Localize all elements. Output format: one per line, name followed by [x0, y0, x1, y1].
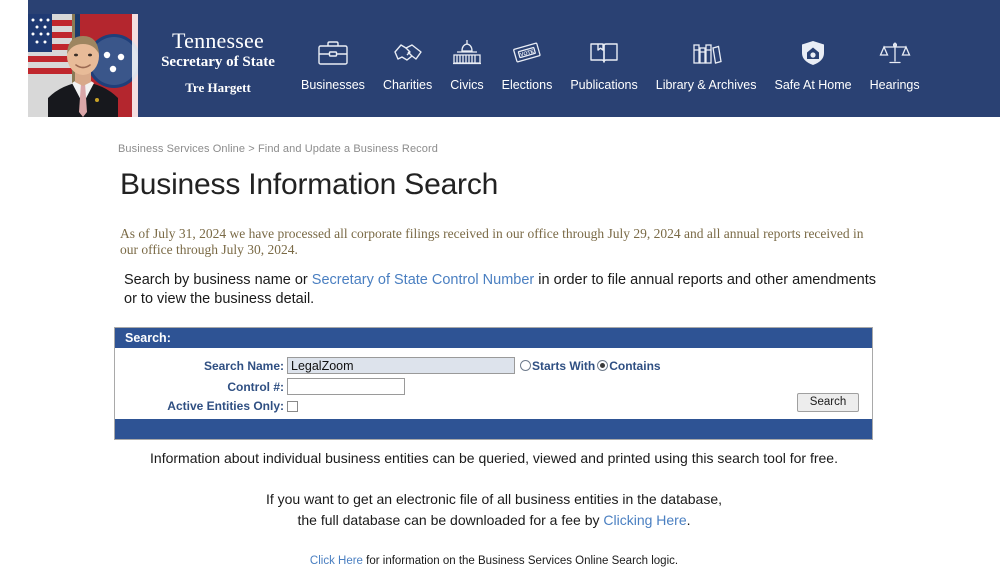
footer-database-line1: If you want to get an electronic file of…	[265, 491, 723, 507]
nav-label: Library & Archives	[655, 78, 757, 92]
nav-item-safe-at-home[interactable]: Safe At Home	[765, 34, 860, 92]
search-name-label: Search Name:	[203, 358, 284, 373]
footer-database-suffix: .	[686, 512, 691, 528]
search-instructions: Search by business name or Secretary of …	[124, 271, 880, 309]
search-name-input[interactable]	[287, 357, 515, 374]
nav-label: Safe At Home	[774, 78, 852, 92]
control-number-input[interactable]	[287, 378, 405, 395]
control-number-row: Control #:	[115, 378, 405, 395]
nav-item-hearings[interactable]: Hearings	[861, 34, 929, 92]
radio-starts-with-label: Starts With	[532, 358, 596, 373]
page-title: Business Information Search	[120, 168, 499, 201]
radio-contains-label: Contains	[609, 358, 661, 373]
site-header: Tennessee Secretary of State Tre Hargett…	[0, 0, 1000, 117]
breadcrumb: Business Services Online > Find and Upda…	[118, 143, 438, 155]
clicking-here-link[interactable]: Clicking Here	[603, 512, 686, 528]
brand-block: Tennessee Secretary of State Tre Hargett	[148, 28, 288, 98]
vote-ballot-icon: VOTE	[510, 34, 544, 72]
control-number-link[interactable]: Secretary of State Control Number	[312, 272, 534, 288]
instructions-prefix: Search by business name or	[124, 272, 312, 288]
click-here-link[interactable]: Click Here	[310, 555, 363, 567]
brand-line-office: Secretary of State	[161, 54, 275, 70]
active-entities-checkbox[interactable]	[287, 400, 298, 412]
footer-text-block: Information about individual business en…	[114, 449, 874, 569]
radio-contains-dot	[597, 360, 609, 371]
nav-label: Civics	[450, 78, 484, 92]
nav-label: Publications	[570, 78, 638, 92]
nav-item-businesses[interactable]: Businesses	[292, 34, 374, 92]
nav-label: Elections	[501, 78, 553, 92]
radio-starts-with[interactable]: Starts With	[520, 359, 595, 373]
search-name-row: Search Name: Starts With Contains	[115, 357, 661, 374]
header-left-gutter	[0, 0, 28, 117]
nav-item-civics[interactable]: Civics	[441, 34, 492, 92]
footer-search-logic-text: for information on the Business Services…	[362, 555, 679, 567]
footer-database-notice: If you want to get an electronic file of…	[114, 489, 874, 531]
active-entities-row: Active Entities Only:	[115, 399, 298, 413]
open-book-icon	[588, 34, 620, 72]
page-body: Business Services Online > Find and Upda…	[0, 117, 1000, 569]
search-panel: Search: Search Name: Starts With Contain…	[114, 327, 873, 440]
control-number-label: Control #:	[227, 379, 284, 394]
scales-icon	[879, 34, 911, 72]
search-panel-footer	[115, 419, 872, 439]
footer-search-logic-notice: Click Here for information on the Busine…	[114, 553, 874, 569]
handshake-icon	[392, 34, 424, 72]
processing-notice: As of July 31, 2024 we have processed al…	[120, 226, 864, 257]
nav-label: Hearings	[869, 78, 920, 92]
capitol-icon	[451, 34, 483, 72]
nav-item-elections[interactable]: VOTE Elections	[493, 34, 562, 92]
primary-navigation: Businesses Charities Civics VOTE Electio…	[292, 34, 992, 104]
match-mode-radio-group: Starts With Contains	[520, 359, 661, 373]
radio-contains[interactable]: Contains	[597, 358, 661, 373]
search-form: Search Name: Starts With Contains	[115, 348, 872, 419]
brand-line-state: Tennessee	[172, 28, 264, 53]
footer-database-line2: the full database can be downloaded for …	[114, 510, 874, 531]
footer-database-prefix: the full database can be downloaded for …	[297, 512, 604, 528]
nav-label: Charities	[382, 78, 433, 92]
books-icon	[690, 34, 722, 72]
briefcase-icon	[317, 34, 349, 72]
nav-label: Businesses	[301, 78, 365, 92]
shield-home-icon	[797, 34, 829, 72]
nav-item-publications[interactable]: Publications	[561, 34, 646, 92]
search-panel-header: Search:	[115, 328, 872, 348]
search-button[interactable]: Search	[797, 393, 859, 412]
active-entities-label: Active Entities Only:	[167, 399, 284, 413]
nav-item-charities[interactable]: Charities	[374, 34, 441, 92]
footer-free-notice: Information about individual business en…	[150, 450, 838, 466]
brand-line-person: Tre Hargett	[185, 80, 251, 95]
search-panel-title: Search:	[125, 331, 171, 345]
radio-starts-with-dot	[520, 360, 531, 371]
secretary-portrait-photo	[28, 14, 138, 117]
nav-item-library-archives[interactable]: Library & Archives	[647, 34, 766, 92]
